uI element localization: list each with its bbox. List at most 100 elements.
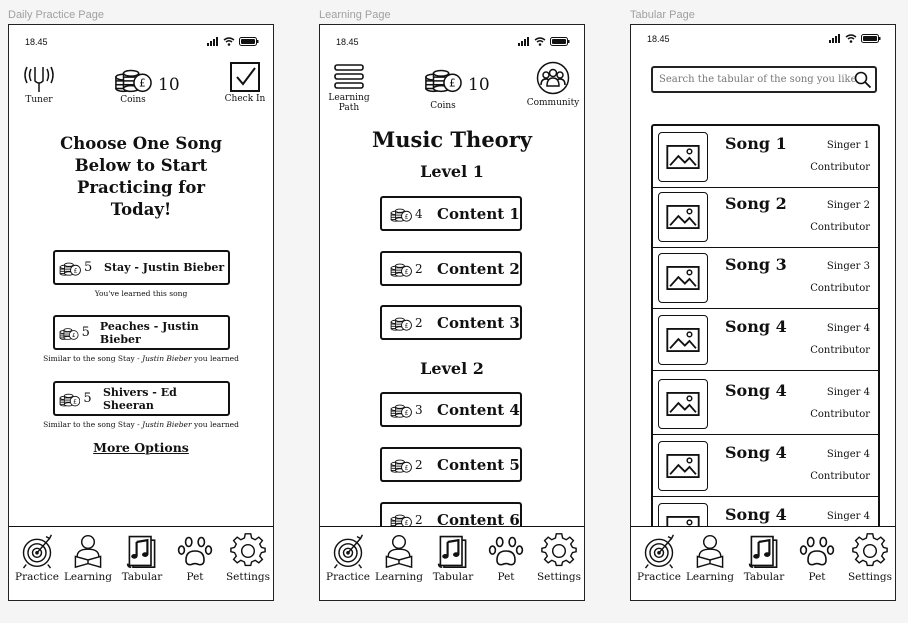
image-placeholder-icon bbox=[666, 454, 700, 478]
tab-pet[interactable]: Pet bbox=[791, 533, 843, 583]
tab-tabular[interactable]: Tabular bbox=[116, 533, 168, 583]
content-coins: 4 bbox=[415, 206, 423, 221]
tab-tabular[interactable]: Tabular bbox=[427, 533, 479, 583]
battery-icon bbox=[550, 37, 570, 46]
tab-label: Tabular bbox=[743, 571, 785, 583]
song-singer: Singer 4 bbox=[826, 387, 870, 398]
coin-stack-icon bbox=[390, 206, 412, 222]
community-icon bbox=[536, 61, 570, 95]
tab-label: Practice bbox=[637, 571, 681, 583]
song-row[interactable]: Song 2 Singer 2 Contributor bbox=[653, 186, 878, 248]
tab-label: Learning bbox=[63, 571, 113, 583]
song-note: Similar to the song Stay - Justin Bieber… bbox=[9, 420, 273, 429]
tab-practice[interactable]: Practice bbox=[11, 533, 63, 583]
check-in-button[interactable]: Check In bbox=[223, 62, 267, 104]
tuner-label: Tuner bbox=[25, 95, 53, 105]
song-name: Song 4 bbox=[725, 317, 787, 336]
tab-learning[interactable]: Learning bbox=[62, 533, 114, 583]
tabular-phone: 18.45 Search the tabular of the song you… bbox=[630, 24, 896, 601]
song-button-shivers[interactable]: 5 Shivers - Ed Sheeran bbox=[53, 381, 230, 416]
image-placeholder-icon bbox=[666, 205, 700, 229]
content-button-2[interactable]: 2 Content 2 bbox=[380, 251, 522, 286]
tab-label: Pet bbox=[808, 571, 826, 583]
signal-icon bbox=[518, 37, 529, 46]
song-title: Peaches - Justin Bieber bbox=[99, 319, 199, 346]
community-button[interactable]: Community bbox=[526, 61, 580, 108]
wifi-icon bbox=[223, 37, 235, 46]
tab-tabular[interactable]: Tabular bbox=[738, 533, 790, 583]
song-thumbnail bbox=[658, 132, 708, 182]
tab-pet[interactable]: Pet bbox=[480, 533, 532, 583]
tab-learning[interactable]: Learning bbox=[373, 533, 425, 583]
reader-icon bbox=[381, 533, 417, 569]
song-row[interactable]: Song 4 Singer 4 Contributor bbox=[653, 373, 878, 435]
coin-stack-icon bbox=[114, 65, 152, 93]
search-icon[interactable] bbox=[854, 71, 872, 89]
music-sheet-icon bbox=[746, 533, 782, 569]
learning-path-button[interactable]: Learning Path bbox=[328, 63, 370, 113]
content-button-3[interactable]: 2 Content 3 bbox=[380, 305, 522, 340]
tab-practice[interactable]: Practice bbox=[633, 533, 685, 583]
label-line-2: Path bbox=[338, 103, 360, 113]
tab-bar: Practice Learning Tabular Pet Settings bbox=[320, 526, 584, 600]
content-coins: 2 bbox=[415, 261, 423, 276]
practice-phone: 18.45 Tuner Coins 10 Check In Choose One… bbox=[8, 24, 274, 601]
content-coins: 2 bbox=[415, 512, 423, 527]
coin-stack-icon bbox=[424, 65, 462, 93]
coins-count: 10 bbox=[468, 75, 490, 95]
image-placeholder-icon bbox=[666, 266, 700, 290]
tab-label: Settings bbox=[225, 571, 271, 583]
tab-label: Settings bbox=[847, 571, 893, 583]
tab-settings[interactable]: Settings bbox=[533, 533, 584, 583]
song-button-stay[interactable]: 5 Stay - Justin Bieber bbox=[53, 250, 230, 285]
target-icon bbox=[330, 533, 366, 569]
tuner-button[interactable]: Tuner bbox=[23, 63, 55, 105]
song-name: Song 2 bbox=[725, 194, 787, 213]
page-title: Music Theory bbox=[372, 127, 532, 152]
note-text-end: you learned bbox=[191, 420, 239, 429]
tab-learning[interactable]: Learning bbox=[684, 533, 736, 583]
song-thumbnail bbox=[658, 379, 708, 429]
tab-settings[interactable]: Settings bbox=[844, 533, 895, 583]
tab-label: Pet bbox=[186, 571, 204, 583]
content-coins: 2 bbox=[415, 315, 423, 330]
search-input[interactable]: Search the tabular of the song you like bbox=[651, 66, 877, 93]
song-thumbnail bbox=[658, 315, 708, 365]
song-name: Song 1 bbox=[725, 134, 787, 153]
song-note: You've learned this song bbox=[9, 289, 273, 298]
coins-label: Coins bbox=[120, 95, 146, 105]
tab-practice[interactable]: Practice bbox=[322, 533, 374, 583]
status-time: 18.45 bbox=[336, 37, 359, 47]
status-time: 18.45 bbox=[647, 34, 670, 44]
song-button-peaches[interactable]: 5 Peaches - Justin Bieber bbox=[53, 315, 230, 350]
heading-line-3: Practicing for bbox=[76, 178, 206, 197]
content-coins: 3 bbox=[415, 402, 423, 417]
content-title: Content 1 bbox=[437, 204, 520, 223]
gear-icon bbox=[541, 533, 577, 569]
coin-stack-icon bbox=[390, 402, 412, 418]
song-row[interactable]: Song 4 Singer 4 Contributor bbox=[653, 435, 878, 497]
content-button-5[interactable]: 2 Content 5 bbox=[380, 447, 522, 482]
content-title: Content 3 bbox=[437, 313, 520, 332]
tab-label: Settings bbox=[536, 571, 582, 583]
battery-icon bbox=[239, 37, 259, 46]
song-coins: 5 bbox=[81, 325, 90, 340]
song-row[interactable]: Song 3 Singer 3 Contributor bbox=[653, 247, 878, 309]
heading-line-4: Today! bbox=[110, 200, 172, 219]
song-title: Stay - Justin Bieber bbox=[104, 261, 225, 274]
tab-label: Learning bbox=[685, 571, 735, 583]
more-options-link[interactable]: More Options bbox=[9, 440, 273, 455]
song-singer: Singer 4 bbox=[826, 511, 870, 522]
song-row[interactable]: Song 1 Singer 1 Contributor bbox=[653, 126, 878, 188]
note-artist: Justin Bieber bbox=[142, 420, 192, 429]
content-button-1[interactable]: 4 Content 1 bbox=[380, 196, 522, 231]
tab-pet[interactable]: Pet bbox=[169, 533, 221, 583]
image-placeholder-icon bbox=[666, 145, 700, 169]
wifi-icon bbox=[845, 34, 857, 43]
tab-settings[interactable]: Settings bbox=[222, 533, 273, 583]
image-placeholder-icon bbox=[666, 328, 700, 352]
status-bar: 18.45 bbox=[25, 37, 259, 49]
note-text: Similar to the song Stay - bbox=[43, 354, 143, 363]
song-row[interactable]: Song 4 Singer 4 Contributor bbox=[653, 309, 878, 371]
content-button-4[interactable]: 3 Content 4 bbox=[380, 392, 522, 427]
